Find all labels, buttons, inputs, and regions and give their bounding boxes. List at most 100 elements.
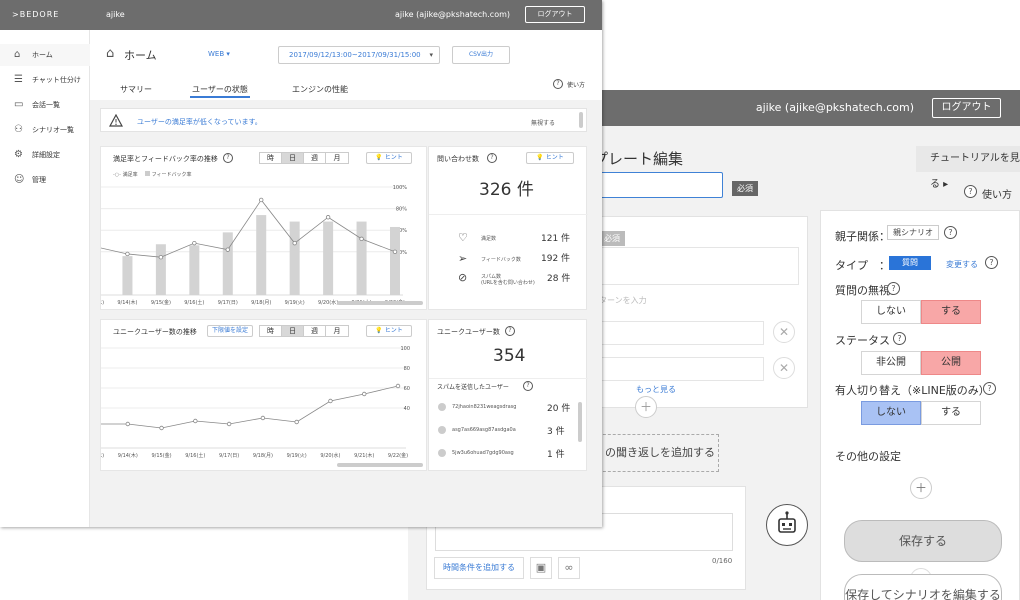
logout-button[interactable]: ログアウト (525, 6, 585, 23)
avatar (438, 403, 446, 411)
alert-ignore-button[interactable]: 無視する (531, 118, 555, 127)
ignore-on-toggle[interactable]: する (921, 300, 981, 324)
plus-icon[interactable]: ＋ (635, 396, 657, 418)
sidebar-item-scenarios[interactable]: ⚇ シナリオ一覧 (0, 119, 90, 141)
period-month[interactable]: 月 (326, 153, 348, 163)
satisfaction-chart: 100%80%60%40%9/13(水)9/14(木)9/15(金)9/16(土… (101, 185, 423, 306)
channel-select[interactable]: WEB ▾ (208, 50, 230, 58)
data-point (226, 421, 232, 427)
period-month[interactable]: 月 (326, 326, 348, 336)
hint-label: ヒント (384, 154, 403, 161)
type-change-link[interactable]: 変更する (946, 259, 978, 270)
spam-user-id[interactable]: 5jw3u6ohuad7gdg90asg (452, 450, 514, 456)
hint-button[interactable]: 💡 ヒント (366, 325, 412, 337)
editor-logout-button[interactable]: ログアウト (932, 98, 1001, 118)
home-icon: ⌂ (14, 49, 21, 60)
unique-title: ユニークユーザー数 (437, 328, 500, 336)
help-icon[interactable]: ? (553, 79, 563, 89)
data-point (158, 254, 164, 260)
help-icon[interactable]: ? (523, 381, 533, 391)
scenario-name-input[interactable] (593, 172, 723, 198)
help-icon[interactable]: ? (985, 256, 998, 269)
avatar (438, 449, 446, 457)
scrollbar[interactable] (579, 112, 583, 128)
save-button[interactable]: 保存する (844, 520, 1002, 562)
sidebar-item-admin[interactable]: ☺ 管理 (0, 169, 90, 191)
spam-user-count: 20 件 (547, 404, 571, 414)
sidebar-item-label: 詳細設定 (32, 151, 60, 159)
help-icon[interactable]: ? (944, 226, 957, 239)
period-day[interactable]: 日 (282, 153, 304, 163)
data-point (225, 247, 230, 252)
set-lower-limit-button[interactable]: 下限値を設定 (207, 325, 253, 337)
tutorial-button[interactable]: チュートリアルを見る ▸ (916, 146, 1020, 190)
bar (122, 256, 133, 295)
hint-button[interactable]: 💡 ヒント (526, 152, 574, 164)
sidebar-item-conversations[interactable]: ▭ 会話一覧 (0, 94, 90, 116)
help-icon[interactable]: ? (983, 382, 996, 395)
help-icon[interactable]: ? (964, 185, 977, 198)
divider (429, 378, 588, 379)
hint-button[interactable]: 💡 ヒント (366, 152, 412, 164)
logo: >BEDORE (0, 0, 90, 30)
help-icon[interactable]: ? (893, 332, 906, 345)
help-icon[interactable]: ? (505, 326, 515, 336)
ignore-off-toggle[interactable]: しない (861, 300, 921, 324)
feedback-value: 192 件 (541, 254, 571, 264)
scrollbar[interactable] (578, 402, 582, 442)
more-link[interactable]: もっと見る (636, 384, 676, 395)
tab-summary[interactable]: サマリー (120, 84, 152, 95)
x-tick-label: 9/13(水) (101, 299, 104, 306)
spam-user-id[interactable]: asg7as669asg87asdga0a (452, 427, 516, 433)
period-day[interactable]: 日 (282, 326, 304, 336)
pattern-input[interactable] (599, 357, 764, 381)
date-range-value: 2017/09/12/13:00~2017/09/31/15:00 (289, 51, 421, 59)
image-icon[interactable]: ▣ (530, 557, 552, 579)
sidebar-item-settings[interactable]: ⚙ 詳細設定 (0, 144, 90, 166)
help-icon[interactable]: ? (487, 153, 497, 163)
remove-icon[interactable]: ✕ (773, 321, 795, 343)
add-listen-back-button[interactable]: の聞き返しを追加する (598, 434, 719, 472)
date-range-select[interactable]: 2017/09/12/13:00~2017/09/31/15:00 ▾ (278, 46, 440, 64)
help-icon[interactable]: ? (223, 153, 233, 163)
unique-users-chart: 100 80 60 40 9/13(水) 9/14(木) 9/15(金) 9/16(土) 9/1… (101, 346, 423, 467)
app-name: ajike (106, 10, 125, 19)
sidebar-item-chat-sorting[interactable]: ☰ チャット仕分け (0, 69, 90, 91)
dashboard-window: >BEDORE ⌂ ホーム ☰ チャット仕分け ▭ 会話一覧 ⚇ シナリオ一覧 ⚙ 詳細設… (0, 0, 602, 527)
remove-icon[interactable]: ✕ (773, 357, 795, 379)
csv-export-button[interactable]: CSV出力 (452, 46, 510, 64)
usage-link[interactable]: 使い方 (567, 80, 585, 89)
tab-engine-performance[interactable]: エンジンの性能 (292, 84, 348, 95)
period-week[interactable]: 週 (304, 153, 326, 163)
help-icon[interactable]: ? (887, 282, 900, 295)
human-off-toggle[interactable]: しない (861, 401, 921, 425)
tab-user-state[interactable]: ユーザーの状態 (192, 84, 248, 95)
human-on-toggle[interactable]: する (921, 401, 981, 425)
data-point (292, 240, 297, 246)
editor-usage-link[interactable]: 使い方 (982, 186, 1012, 201)
sidebar-item-home[interactable]: ⌂ ホーム (0, 44, 90, 66)
data-point (192, 240, 197, 246)
period-hour[interactable]: 時 (260, 153, 282, 163)
heart-icon: ♡ (458, 231, 468, 244)
pattern-textarea[interactable] (599, 247, 799, 285)
period-week[interactable]: 週 (304, 326, 326, 336)
parent-value-badge: 親シナリオ (887, 225, 939, 240)
link-icon[interactable]: ∞ (558, 557, 580, 579)
spam-user-id[interactable]: 72jhaoin8231weagsdrasg (452, 404, 516, 410)
alert-text: ユーザーの満足率が低くなっています。 (137, 118, 262, 126)
spam-user-count: 3 件 (547, 427, 565, 437)
status-public-toggle[interactable]: 公開 (921, 351, 981, 375)
period-hour[interactable]: 時 (260, 326, 282, 336)
sidebar-item-label: ホーム (32, 51, 53, 59)
type-value-badge: 質問 (889, 256, 931, 270)
add-time-condition-button[interactable]: 時間条件を追加する (434, 557, 524, 579)
pattern-input[interactable] (599, 321, 764, 345)
ban-icon: ⊘ (458, 271, 468, 284)
parent-label: 親子関係： (835, 230, 890, 243)
status-private-toggle[interactable]: 非公開 (861, 351, 921, 375)
plus-icon[interactable]: ＋ (910, 477, 932, 499)
y-tick-label: 80% (396, 207, 407, 213)
save-and-edit-button[interactable]: 保存してシナリオを編集する (844, 574, 1002, 600)
inquiry-title: 問い合わせ数 (437, 155, 479, 163)
